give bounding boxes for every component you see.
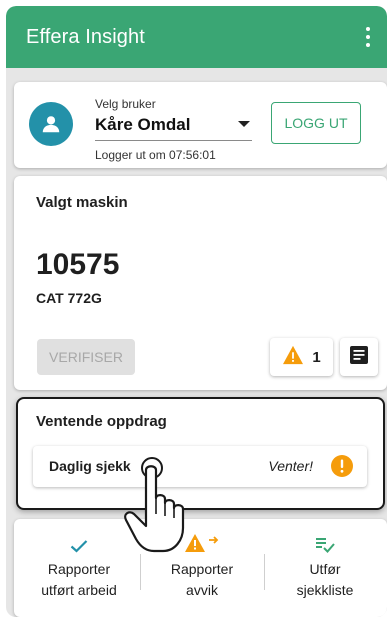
selected-user: Kåre Omdal xyxy=(95,115,191,134)
report-work-action[interactable]: Rapporter utført arbeid xyxy=(24,519,134,617)
app-title: Effera Insight xyxy=(26,25,145,48)
logout-countdown: Logger ut om 07:56:01 xyxy=(95,148,216,162)
report-work-label-2: utført arbeid xyxy=(41,582,117,598)
warning-arrow-icon xyxy=(184,519,220,559)
checklist-action[interactable]: Utfør sjekkliste xyxy=(270,519,380,617)
user-select[interactable]: Kåre Omdal xyxy=(95,113,252,141)
app-bar: Effera Insight xyxy=(6,6,387,68)
warning-count: 1 xyxy=(312,348,321,366)
warnings-button[interactable]: 1 xyxy=(270,338,333,376)
dropdown-arrow-icon[interactable] xyxy=(238,121,250,127)
app-frame: Effera Insight Velg bruker Kåre Omdal Lo… xyxy=(6,6,387,617)
checklist-label-2: sjekkliste xyxy=(296,582,354,598)
user-card: Velg bruker Kåre Omdal Logger ut om 07:5… xyxy=(14,82,387,168)
divider xyxy=(140,554,141,590)
pending-tasks-card: Ventende oppdrag Daglig sjekk Venter! xyxy=(16,397,385,510)
machine-card: Valgt maskin 10575 CAT 772G VERIFISER 1 xyxy=(14,176,387,390)
checklist-label-1: Utfør xyxy=(309,561,341,577)
warning-icon xyxy=(282,345,304,370)
notes-icon xyxy=(349,345,369,370)
divider xyxy=(264,554,265,590)
person-icon xyxy=(29,102,73,146)
notes-button[interactable] xyxy=(340,338,378,376)
report-deviation-label-1: Rapporter xyxy=(170,561,234,577)
logout-button[interactable]: LOGG UT xyxy=(271,102,361,144)
verify-button[interactable]: VERIFISER xyxy=(37,339,135,375)
report-work-label-1: Rapporter xyxy=(47,561,111,577)
machine-model: CAT 772G xyxy=(36,290,102,306)
more-vert-icon[interactable] xyxy=(365,27,371,47)
pending-task-item[interactable]: Daglig sjekk Venter! xyxy=(33,446,367,487)
task-status: Venter! xyxy=(268,458,313,474)
user-select-label: Velg bruker xyxy=(95,97,156,111)
alert-circle-icon xyxy=(331,455,353,477)
machine-id: 10575 xyxy=(36,248,120,281)
checklist-icon xyxy=(315,519,335,559)
report-deviation-action[interactable]: Rapporter avvik xyxy=(147,519,257,617)
pending-heading: Ventende oppdrag xyxy=(36,413,167,430)
task-title: Daglig sjekk xyxy=(49,458,131,474)
check-icon xyxy=(70,519,88,559)
actions-card: Rapporter utført arbeid Rapporter avvik … xyxy=(14,519,387,617)
machine-heading: Valgt maskin xyxy=(36,194,128,211)
report-deviation-label-2: avvik xyxy=(186,582,218,598)
